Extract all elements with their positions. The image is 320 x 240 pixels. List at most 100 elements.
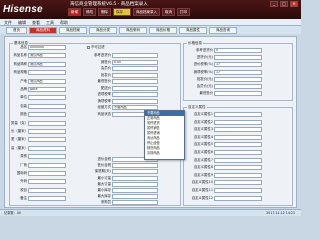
field-input[interactable] — [28, 145, 66, 151]
field-label: 产地 — [20, 78, 27, 83]
field-label: 进价税率(%) — [193, 62, 213, 67]
field-input[interactable] — [214, 134, 262, 140]
field-row: 最低售价 — [89, 79, 158, 84]
print-button[interactable]: 打印 — [177, 8, 190, 16]
field-input[interactable]: 测试商品 — [28, 53, 66, 59]
field-row: 自定义属性9 — [185, 172, 262, 178]
field-row: 进价税率(%) 17 — [185, 62, 262, 68]
field-input[interactable] — [112, 169, 158, 175]
field-input[interactable]: 17 — [214, 69, 262, 75]
field-input[interactable] — [214, 112, 262, 117]
filter-toggle[interactable]: 不可过滤 — [87, 45, 105, 50]
field-input[interactable] — [112, 163, 158, 169]
field-input[interactable] — [112, 92, 158, 97]
field-input[interactable] — [28, 95, 66, 101]
tab-product-attr[interactable]: 商品属性 — [179, 27, 207, 34]
field-row: 自定义属性7 — [185, 157, 262, 163]
maximize-icon[interactable]: □ — [280, 1, 288, 7]
field-input[interactable] — [214, 76, 262, 82]
field-input[interactable] — [214, 91, 262, 97]
menu-tools[interactable]: 工具 — [46, 19, 54, 25]
menu-edit[interactable]: 编辑 — [18, 19, 26, 25]
business-mode-dropdown-list[interactable]: 不要商品 正常商品 暂停进货 暂停销售 暂停进销 淘汰商品 停止经营 缺货商品 清场商品 — [144, 110, 185, 160]
field-input[interactable] — [112, 200, 158, 206]
field-input[interactable] — [214, 172, 262, 178]
tab-product-archive[interactable]: 商品档案 — [59, 27, 87, 34]
field-input[interactable]: 测试商品 — [28, 78, 66, 84]
field-input[interactable] — [214, 180, 262, 186]
title-bar: Hisense 海信商业管理系统V6.5 - 商品档案录入 新增 修改 删除 保… — [0, 0, 301, 19]
field-input[interactable] — [214, 142, 262, 148]
field-input[interactable] — [214, 55, 262, 61]
field-row: 销项税率 — [89, 98, 158, 104]
field-input[interactable] — [28, 196, 66, 202]
field-row: 最小库存 — [89, 188, 158, 193]
field-input[interactable] — [28, 129, 66, 134]
field-input[interactable] — [112, 181, 158, 187]
field-input[interactable] — [112, 188, 158, 193]
field-input[interactable] — [214, 165, 262, 171]
field-input[interactable] — [28, 70, 66, 76]
field-input[interactable] — [214, 195, 262, 201]
field-input[interactable] — [112, 66, 158, 71]
field-input[interactable] — [112, 194, 158, 200]
field-input[interactable] — [28, 179, 66, 185]
field-input[interactable] — [28, 103, 66, 109]
dropdown-option[interactable]: 清场商品 — [145, 151, 184, 156]
field-input[interactable] — [28, 120, 66, 126]
field-label: 批发价 — [100, 72, 111, 77]
field-input[interactable] — [112, 175, 158, 181]
field-input[interactable]: 测试商品 — [28, 61, 66, 67]
menu-help[interactable]: 帮助 — [60, 19, 68, 25]
tab-product-query[interactable]: 商品查询 — [209, 27, 237, 34]
field-input[interactable]: pack — [28, 87, 66, 92]
field-row: 会员价(元) — [185, 84, 262, 89]
module-select[interactable]: 商品档案录入 — [133, 8, 160, 16]
cancel-button[interactable]: 取消 — [162, 8, 175, 16]
field-row: 自定义属性2 — [185, 119, 262, 125]
menu-file[interactable]: 文件 — [4, 19, 12, 25]
save-button[interactable]: 保存 — [113, 8, 131, 16]
field-input[interactable]: 0.00 — [112, 59, 158, 65]
checkbox[interactable] — [87, 46, 90, 49]
field-label: 自定义属性4 — [193, 134, 213, 139]
tab-product-data[interactable]: 商品资料 — [29, 27, 57, 34]
field-row: 参考进货价 — [89, 53, 158, 58]
close-icon[interactable]: × — [290, 1, 298, 7]
field-input[interactable] — [112, 72, 158, 78]
tab-product-category[interactable]: 商品分类 — [89, 27, 117, 34]
field-row: 产地 测试商品 — [11, 78, 66, 84]
field-row: 售价含税 — [89, 163, 158, 169]
field-input[interactable] — [112, 98, 158, 104]
delete-button[interactable]: 删除 — [98, 8, 111, 16]
menu-view[interactable]: 查看 — [32, 19, 40, 25]
field-input[interactable] — [28, 171, 66, 176]
field-input[interactable] — [112, 79, 158, 84]
field-input[interactable] — [28, 162, 66, 168]
field-input[interactable] — [214, 150, 262, 155]
field-input[interactable] — [214, 127, 262, 133]
field-input[interactable] — [112, 53, 158, 58]
field-input[interactable] — [28, 187, 66, 193]
field-input[interactable] — [28, 154, 66, 160]
record-count: 记录数：40 — [4, 211, 21, 215]
field-input[interactable] — [214, 157, 262, 163]
tab-home[interactable]: 首页 — [6, 27, 27, 34]
field-input[interactable] — [28, 137, 66, 143]
field-input[interactable] — [28, 112, 66, 118]
field-input[interactable]: 0 — [214, 48, 262, 53]
field-label: 采购员 — [100, 200, 111, 205]
minimize-icon[interactable]: _ — [270, 1, 278, 7]
field-input[interactable] — [112, 85, 158, 91]
field-input[interactable] — [214, 188, 262, 193]
field-row: 自定义属性5 — [185, 142, 262, 148]
edit-button[interactable]: 修改 — [83, 8, 96, 16]
field-label: 自定义属性7 — [193, 157, 213, 162]
tab-product-price[interactable]: 商品价格 — [149, 27, 177, 34]
field-input[interactable]: 17 — [214, 62, 262, 68]
new-button[interactable]: 新增 — [68, 8, 81, 16]
field-input[interactable]: 0000000 — [28, 45, 66, 50]
field-input[interactable] — [214, 84, 262, 89]
field-input[interactable] — [214, 119, 262, 125]
tab-product-barcode[interactable]: 商品条码 — [119, 27, 147, 34]
